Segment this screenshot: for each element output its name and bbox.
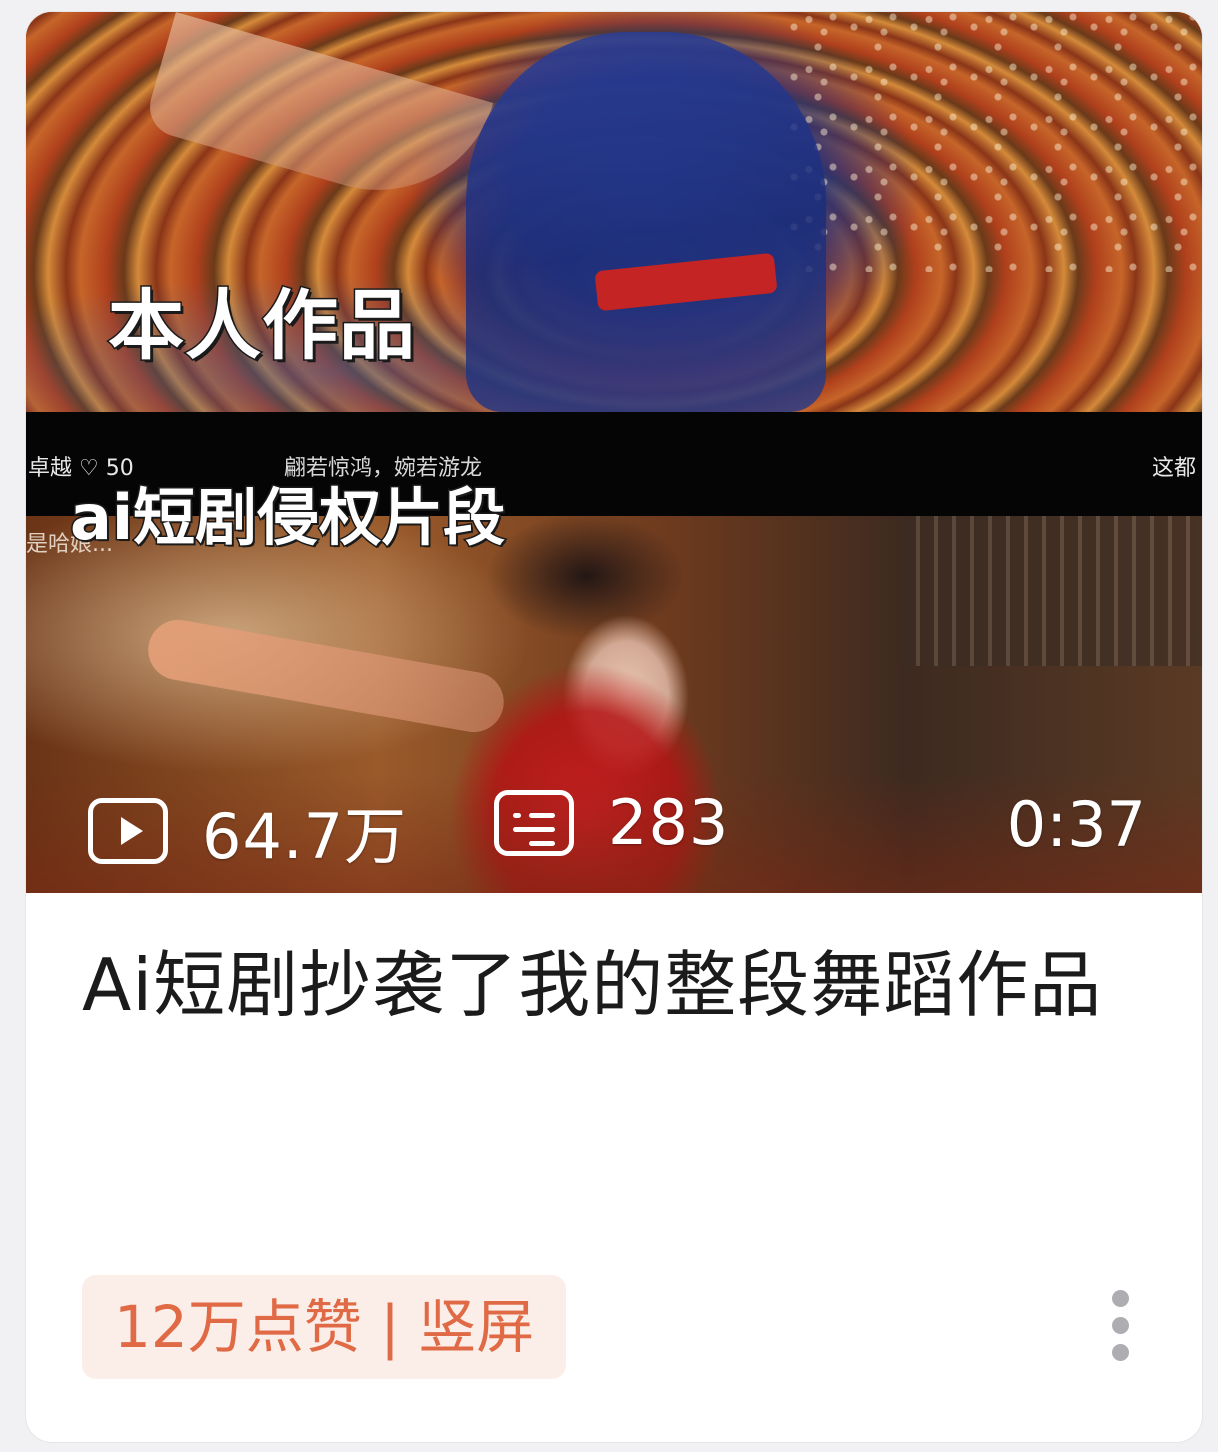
caption-infringing-clip: ai短剧侵权片段 — [68, 480, 506, 556]
video-card[interactable]: 本人作品 卓越 ♡ 50 翩若惊鸿，婉若游龙 这都 是哈娘... ai短剧侵权片… — [26, 12, 1202, 1442]
caption-original-work: 本人作品 — [107, 280, 417, 372]
dancer-arm — [142, 12, 494, 219]
dancer-blue-robe — [466, 32, 826, 412]
video-duration: 0:37 — [1006, 788, 1146, 861]
overlay-right-text: 这都 — [1151, 456, 1196, 481]
more-vertical-icon[interactable] — [1108, 1290, 1132, 1366]
dancer-arm-2 — [143, 615, 509, 737]
danmaku-icon — [494, 789, 574, 856]
video-title[interactable]: Ai短剧抄袭了我的整段舞蹈作品 — [82, 924, 1142, 1046]
petal-decoration — [782, 12, 1202, 272]
play-icon — [88, 798, 168, 864]
like-count-tag: 12万点赞 | 竖屏 — [82, 1275, 567, 1379]
play-count: 64.7万 — [202, 800, 408, 873]
video-thumbnail[interactable]: 本人作品 卓越 ♡ 50 翩若惊鸿，婉若游龙 这都 是哈娘... ai短剧侵权片… — [26, 12, 1202, 893]
play-count-stat: 64.7万 — [88, 786, 407, 876]
video-stats-overlay: 64.7万 283 0:37 — [26, 772, 1202, 882]
lattice-screen — [902, 516, 1202, 666]
danmaku-count: 283 — [608, 786, 730, 859]
danmaku-count-stat: 283 — [494, 786, 729, 859]
